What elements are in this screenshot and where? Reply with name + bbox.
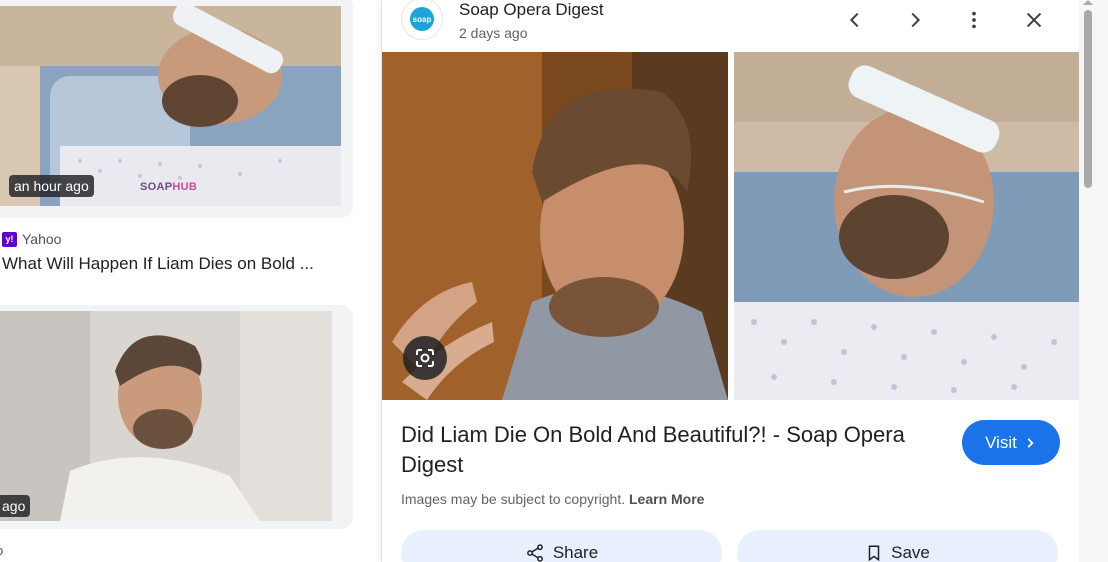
lens-icon [416,349,434,367]
site-logo-icon[interactable]: soap [401,0,443,40]
preview-image-secondary[interactable] [734,52,1080,400]
page: an hour ago SOAPHUB y! Yahoo What Will H… [0,0,1108,562]
share-label: Share [552,543,599,562]
result-card[interactable]: an hour ago SOAPHUB [0,0,353,218]
chevron-right-icon [911,12,921,28]
results-column: an hour ago SOAPHUB y! Yahoo What Will H… [0,0,380,562]
panel-header: soap Soap Opera Digest 2 days ago [382,0,1080,50]
save-label: Save [891,543,930,562]
close-icon [1026,12,1042,28]
result-title[interactable]: What Will Happen If Liam Dies on Bold ..… [2,254,314,274]
more-options-button[interactable] [960,6,988,34]
more-vert-icon [972,11,976,29]
copyright-notice: Images may be subject to copyright. Lear… [401,491,704,507]
bookmark-icon [868,545,880,562]
chevron-right-icon [1027,437,1034,448]
learn-more-link[interactable]: Learn More [629,491,704,507]
image-preview-panel: soap Soap Opera Digest 2 days ago Did Li… [381,0,1080,562]
soaphub-watermark: SOAPHUB [140,181,198,193]
result-source[interactable]: y! Yahoo [2,231,61,247]
close-button[interactable] [1020,6,1048,34]
copyright-text: Images may be subject to copyright. [401,491,626,507]
share-button[interactable]: Share [401,530,722,562]
result-source[interactable]: o [0,543,3,558]
result-card[interactable]: ago [0,305,353,529]
site-logo-badge: soap [410,7,434,31]
site-name[interactable]: Soap Opera Digest [459,0,604,20]
share-icon [526,544,543,562]
scrollbar[interactable] [1079,0,1108,562]
scrollbar-thumb[interactable] [1084,10,1092,188]
result-page-title[interactable]: Did Liam Die On Bold And Beautiful?! - S… [401,420,941,480]
chevron-left-icon [849,12,859,28]
visit-label: Visit [985,432,1017,452]
preview-image-main[interactable] [382,52,728,400]
scroll-up-arrow-icon[interactable] [1083,0,1093,5]
previous-button[interactable] [841,6,869,34]
next-button[interactable] [901,6,929,34]
save-button[interactable]: Save [737,530,1058,562]
time-badge: ago [0,495,31,517]
visit-button[interactable]: Visit [962,420,1060,465]
yahoo-logo-icon: y! [2,231,17,247]
time-badge: an hour ago [9,175,94,197]
result-thumbnail-portrait[interactable] [0,311,332,521]
source-name: Yahoo [22,231,62,247]
site-time: 2 days ago [459,25,528,41]
google-lens-button[interactable] [403,336,447,380]
